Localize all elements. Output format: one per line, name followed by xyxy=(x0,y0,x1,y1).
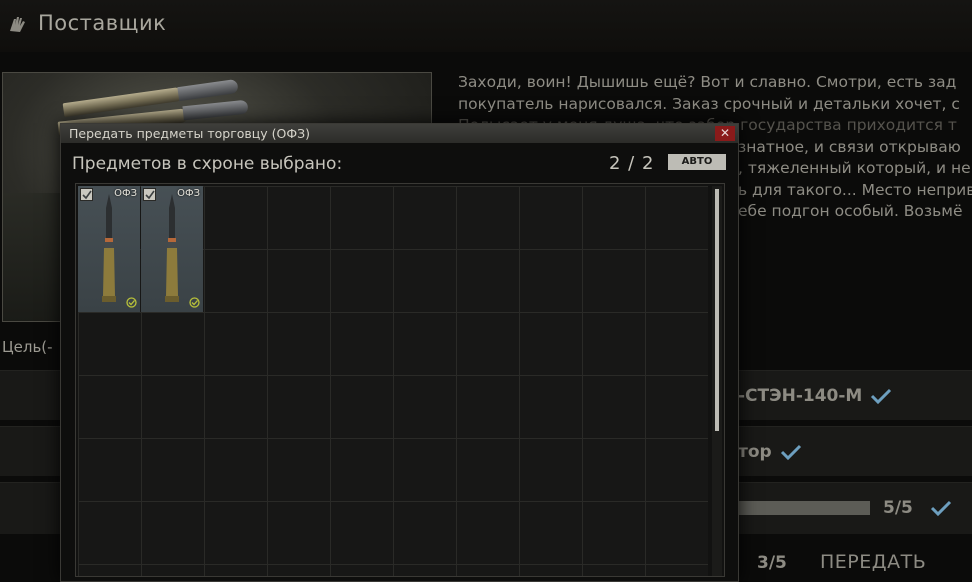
check-icon xyxy=(870,388,892,405)
dialog-line: Заходи, воин! Дышишь ещё? Вот и славно. … xyxy=(458,73,957,91)
objective-text: -СТЭН-140-М xyxy=(738,386,863,406)
checkmark-icon xyxy=(145,190,155,200)
confirmed-icon xyxy=(189,297,200,308)
submit-button[interactable]: ПЕРЕДАТЬ xyxy=(820,551,926,573)
selected-count: 2 / 2 xyxy=(609,153,655,174)
transfer-items-dialog: Передать предметы торговцу (ОФЗ) ✕ Предм… xyxy=(60,123,739,582)
page-title: Поставщик xyxy=(38,11,167,35)
hand-icon xyxy=(10,17,25,32)
check-icon xyxy=(780,444,802,461)
dialog-line: покупатель нарисовался. Заказ срочный и … xyxy=(458,94,960,113)
scrollbar-thumb[interactable] xyxy=(715,189,719,431)
progress-fill xyxy=(738,501,870,515)
auto-button[interactable]: АВТО xyxy=(668,154,726,170)
objective-text: тор xyxy=(738,442,772,462)
shell-icon xyxy=(165,194,179,302)
item-checkbox[interactable] xyxy=(143,188,156,201)
shell-icon xyxy=(102,194,116,302)
confirmed-icon xyxy=(126,297,137,308)
submit-count: 3/5 xyxy=(757,553,787,573)
check-icon xyxy=(930,500,952,517)
dialog-titlebar[interactable]: Передать предметы торговцу (ОФЗ) ✕ xyxy=(61,124,738,143)
top-bar: Поставщик xyxy=(0,0,972,52)
item-checkbox[interactable] xyxy=(80,188,93,201)
grid-scrollbar[interactable] xyxy=(712,186,722,576)
task-caption: Цель(- xyxy=(2,338,53,356)
checkmark-icon xyxy=(82,190,92,200)
stash-grid: ОФЗ ОФЗ xyxy=(78,186,708,576)
dialog-title: Передать предметы торговцу (ОФЗ) xyxy=(69,126,311,141)
objective-progress-bar xyxy=(738,501,870,515)
close-button[interactable]: ✕ xyxy=(715,126,735,141)
objective-count: 5/5 xyxy=(883,498,913,518)
stash-grid-frame: ОФЗ ОФЗ xyxy=(75,183,725,577)
stash-item[interactable]: ОФЗ xyxy=(78,186,140,312)
selected-label: Предметов в схроне выбрано: xyxy=(72,154,343,174)
stash-item[interactable]: ОФЗ xyxy=(141,186,203,312)
